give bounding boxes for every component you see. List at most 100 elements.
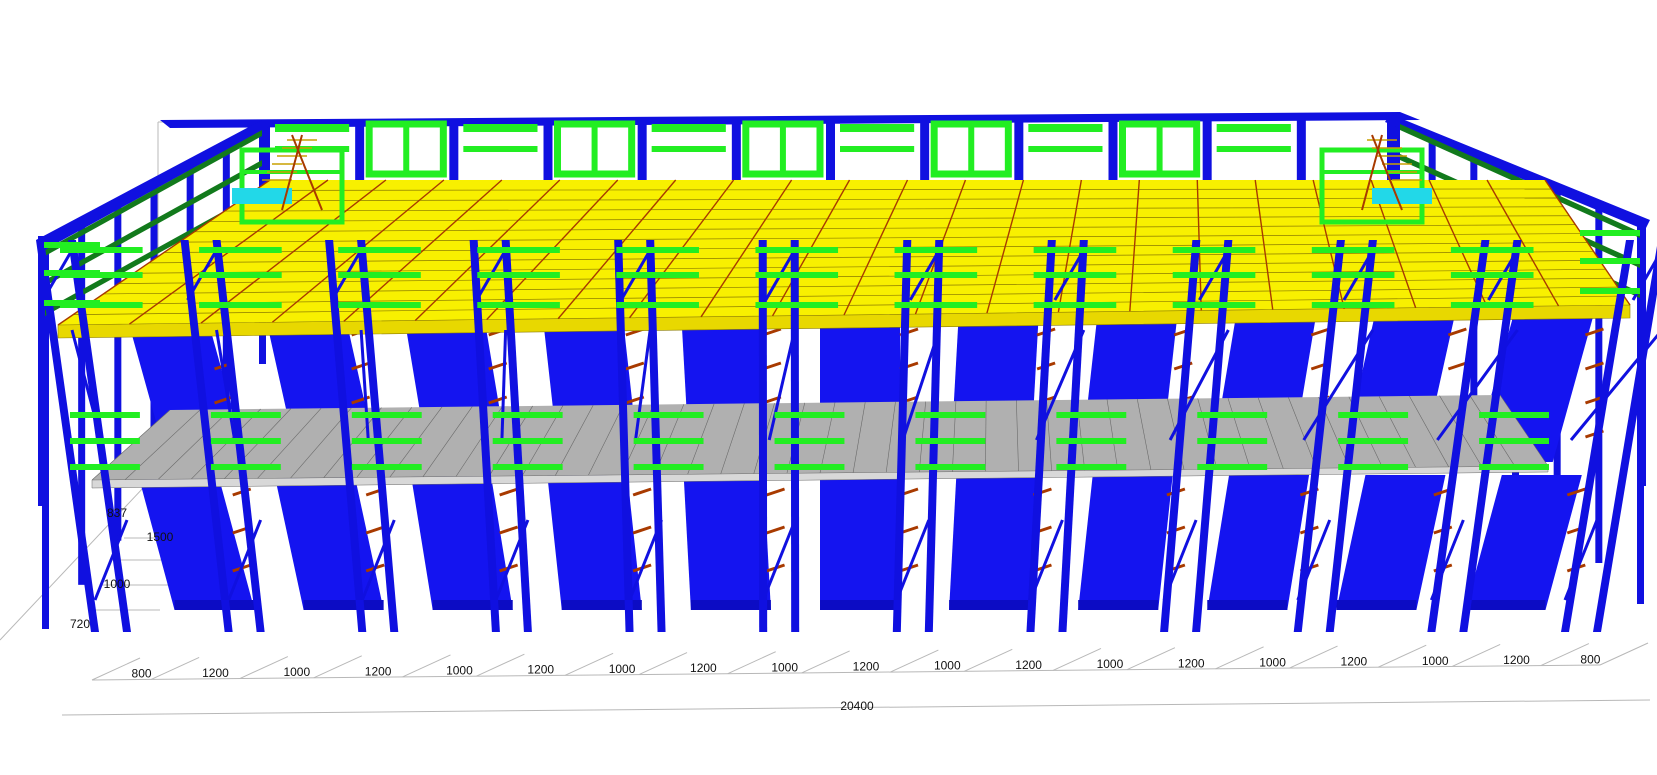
bay-dimension-label: 1000 [283,665,310,679]
back-rail [1028,124,1103,132]
deck-guardrail [1311,247,1395,253]
deck-guardrail [1450,272,1534,278]
rack-shelf-beam [1447,361,1467,371]
rack-base [174,600,255,610]
corner-guardrail [40,300,100,306]
back-rail [840,146,915,152]
mid-guardrail [774,464,845,470]
deck-guardrail [1033,247,1117,253]
bay-tick [476,653,525,677]
back-post [920,120,930,190]
back-rail [1028,146,1103,152]
deck-guardrail [1172,272,1256,278]
back-post [355,120,365,190]
deck-guardrail [894,302,978,308]
back-post [449,120,459,190]
corner-guardrail [1580,288,1640,294]
mid-guardrail [70,464,140,470]
bay-dimension-label: 1000 [1097,657,1124,671]
bay-dimension-label: 1200 [1503,653,1530,667]
stair-landing [1372,188,1432,204]
deck-guardrail [199,247,282,253]
bay-tick [402,654,451,678]
back-post [731,120,741,190]
back-rail [275,124,350,132]
stair-landing [232,188,292,204]
rack-base [1207,600,1288,610]
bay-tick [964,648,1013,672]
mid-guardrail [774,438,845,444]
mid-guardrail [1056,412,1127,418]
deck-guardrail [755,302,839,308]
deck-guardrail [199,272,282,278]
mid-guardrail [915,464,986,470]
mid-guardrail [1338,438,1409,444]
back-rail [651,124,726,132]
mid-guardrail [1197,412,1268,418]
rack-base [432,600,513,610]
bay-dimension-line [91,664,1601,681]
mid-guardrail [70,412,140,418]
rack-panel-lower [1078,475,1173,610]
deck-guardrail [616,272,699,278]
back-rail [463,124,538,132]
deck-guardrail [755,247,839,253]
corner-post-left [38,236,44,506]
bay-tick [1378,644,1427,668]
rack-shelf-beam [625,361,645,371]
rack-panel-lower [949,475,1037,610]
rack-shelf-beam [499,525,519,535]
mid-guardrail [210,464,281,470]
bay-dimension-label: 1000 [446,664,473,678]
back-rail [1216,124,1291,132]
rack-shelf-beam [766,525,786,535]
bay-dimension-label: 1000 [609,662,636,676]
deck-guardrail [338,302,421,308]
height-label-837: 837 [107,506,127,520]
deck-guardrail [1450,247,1534,253]
bay-dimension-label: 800 [1580,652,1600,666]
deck-guardrail [1172,247,1256,253]
height-label-1500: 1500 [147,530,174,544]
mid-guardrail [492,464,563,470]
mid-guardrail [351,464,422,470]
deck-guardrail [477,247,560,253]
mid-guardrail [1479,412,1549,418]
bay-dimension-label: 1200 [1178,656,1205,670]
corner-post-right [1640,226,1646,486]
rack-base [949,600,1030,610]
rack-panel-lower [683,475,771,610]
bay-dimension-label: 1200 [1341,655,1368,669]
mid-guardrail [1197,438,1268,444]
corner-guardrail [1580,230,1640,236]
rack-panel-lower [1207,475,1310,610]
bay-tick [1052,647,1102,671]
bay-dimension-label: 1000 [771,660,798,674]
mid-guardrail [210,412,281,418]
back-rail [463,146,538,152]
bay-tick [313,655,362,679]
bay-dimension-label: 1200 [202,666,229,680]
rack-panel-lower [1336,475,1446,610]
bay-dimension-label: 1200 [1015,658,1042,672]
bay-tick [890,649,939,673]
deck-guardrail [477,302,560,308]
rack-mezzanine-drawing: 800 1200 1000 1200 1000 1200 1000 1200 1000 1200 1… [0,112,1657,716]
back-post [826,120,835,190]
rack-shelf-beam [499,487,519,497]
rack-base [303,600,384,610]
back-post [637,120,647,190]
deck-guardrail [1172,302,1256,308]
left-side-post [114,204,122,541]
bay-tick [1126,647,1176,671]
back-post [1014,120,1024,190]
mid-guardrail [351,438,422,444]
back-post [1108,120,1118,190]
bay-tick [1289,645,1338,669]
mid-guardrail [351,412,422,418]
deck-guardrail [1033,272,1117,278]
mid-guardrail [633,412,704,418]
bay-tick [727,651,776,675]
back-rail [651,146,726,152]
mid-guardrail [210,438,281,444]
